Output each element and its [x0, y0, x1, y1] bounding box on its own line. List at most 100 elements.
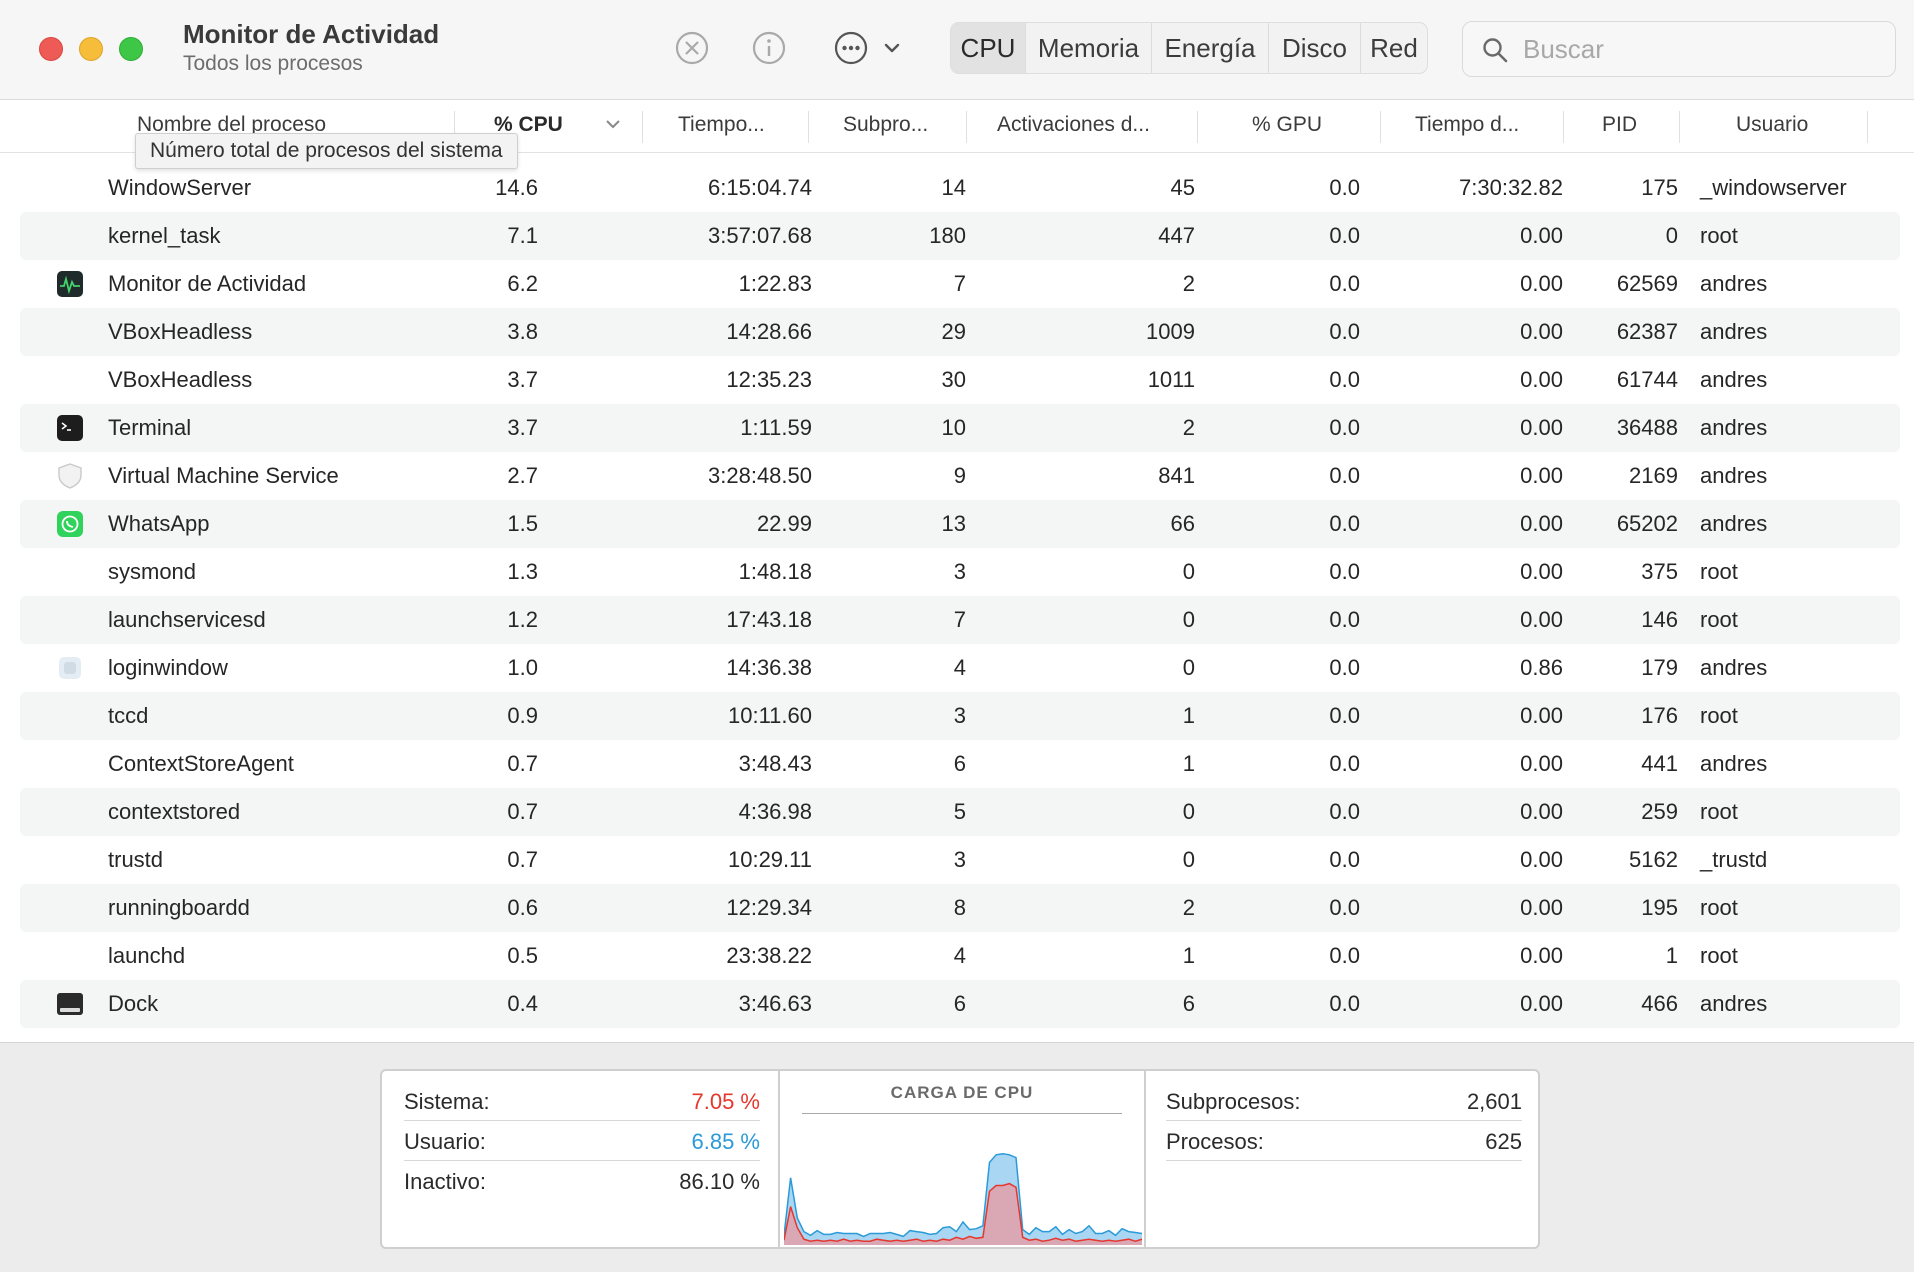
column-divider[interactable] [808, 111, 809, 143]
table-row[interactable]: VBoxHeadless 3.7 12:35.23 30 1011 0.0 0.00 6174… [20, 356, 1900, 404]
idle-wakeups: 2 [1182, 415, 1195, 440]
table-row[interactable]: VBoxHeadless 3.8 14:28.66 29 1009 0.0 0.00 6238… [20, 308, 1900, 356]
column-tiempo-gpu[interactable]: Tiempo d... [1415, 113, 1519, 141]
search-field[interactable] [1462, 21, 1896, 77]
table-row[interactable]: WindowServer 14.6 6:15:04.74 14 45 0.0 7:30:32… [20, 164, 1900, 212]
user: andres [1700, 271, 1768, 296]
pid: 441 [1641, 751, 1678, 776]
column-gpu[interactable]: % GPU [1252, 113, 1322, 141]
idle-wakeups: 45 [1170, 175, 1195, 200]
idle-wakeups: 1 [1182, 943, 1195, 968]
table-row[interactable]: WhatsApp 1.5 22.99 13 66 0.0 0.00 65202 andres [20, 500, 1900, 548]
column-activaciones[interactable]: Activaciones d... [997, 113, 1150, 141]
info-icon[interactable] [751, 30, 787, 66]
gpu-percent: 0.0 [1329, 511, 1360, 536]
user: andres [1700, 751, 1768, 776]
zoom-window-button[interactable] [119, 37, 143, 61]
stat-value: 2,601 [1466, 1089, 1522, 1114]
window-subtitle[interactable]: Todos los procesos [183, 52, 363, 76]
pid: 175 [1641, 175, 1678, 200]
table-row[interactable]: runningboardd 0.6 12:29.34 8 2 0.0 0.00 195 root [20, 884, 1900, 932]
search-input[interactable] [1523, 32, 1883, 66]
threads: 30 [941, 367, 966, 392]
gpu-percent: 0.0 [1329, 991, 1360, 1016]
pid: 62569 [1616, 271, 1678, 296]
stat-label: Usuario: [404, 1129, 486, 1154]
sort-chevron-icon[interactable] [604, 115, 622, 143]
process-name: contextstored [108, 799, 241, 824]
cpu-time: 3:48.43 [738, 751, 812, 776]
shield-icon [56, 462, 84, 490]
table-row[interactable]: Terminal 3.7 1:11.59 10 2 0.0 0.00 36488 andres [20, 404, 1900, 452]
process-name: VBoxHeadless [108, 319, 253, 344]
table-row[interactable]: ContextStoreAgent 0.7 3:48.43 6 1 0.0 0.00 441 a… [20, 740, 1900, 788]
tab-memoria[interactable]: Memoria [1026, 23, 1152, 73]
table-row[interactable]: tccd 0.9 10:11.60 3 1 0.0 0.00 176 root [20, 692, 1900, 740]
close-window-button[interactable] [39, 37, 63, 61]
column-subprocesos[interactable]: Subpro... [843, 113, 928, 141]
gpu-time: 0.00 [1520, 271, 1563, 296]
gpu-time: 0.00 [1520, 991, 1563, 1016]
table-row[interactable]: contextstored 0.7 4:36.98 5 0 0.0 0.00 259 root [20, 788, 1900, 836]
view-tabs: CPU Memoria Energía Disco Red [950, 22, 1428, 74]
pid: 179 [1641, 655, 1678, 680]
idle-wakeups: 1 [1182, 703, 1195, 728]
pid: 375 [1641, 559, 1678, 584]
gpu-time: 0.00 [1520, 415, 1563, 440]
threads: 7 [953, 271, 966, 296]
column-divider[interactable] [966, 111, 967, 143]
tab-cpu[interactable]: CPU [951, 23, 1026, 73]
table-row[interactable]: trustd 0.7 10:29.11 3 0 0.0 0.00 5162 _trustd [20, 836, 1900, 884]
column-divider[interactable] [1563, 111, 1564, 143]
gpu-time: 0.00 [1520, 463, 1563, 488]
stat-label: Inactivo: [404, 1169, 486, 1194]
tab-energia[interactable]: Energía [1152, 23, 1269, 73]
stat-value: 6.85 % [691, 1129, 761, 1154]
table-row[interactable]: launchd 0.5 23:38.22 4 1 0.0 0.00 1 root [20, 932, 1900, 980]
threads: 29 [941, 319, 966, 344]
column-divider[interactable] [1679, 111, 1680, 143]
column-divider[interactable] [642, 111, 643, 143]
gpu-time: 0.00 [1520, 511, 1563, 536]
idle-wakeups: 66 [1170, 511, 1195, 536]
cpu-percent: 6.2 [507, 271, 538, 296]
pid: 0 [1665, 223, 1678, 248]
more-options-icon[interactable] [833, 30, 869, 66]
tab-red[interactable]: Red [1361, 23, 1427, 73]
table-row[interactable]: sysmond 1.3 1:48.18 3 0 0.0 0.00 375 root [20, 548, 1900, 596]
user: _trustd [1700, 847, 1768, 872]
column-divider[interactable] [1380, 111, 1381, 143]
table-row[interactable]: Dock 0.4 3:46.63 6 6 0.0 0.00 466 andres [20, 980, 1900, 1028]
stat-sistema: Sistema: 7.05 % [404, 1081, 760, 1121]
stop-process-icon[interactable] [674, 30, 710, 66]
column-usuario[interactable]: Usuario [1736, 113, 1808, 141]
gpu-percent: 0.0 [1329, 607, 1360, 632]
process-table: WindowServer 14.6 6:15:04.74 14 45 0.0 7:30:32… [0, 164, 1914, 1040]
table-row[interactable]: kernel_task 7.1 3:57:07.68 180 447 0.0 0.00 0 ro… [20, 212, 1900, 260]
pid: 61744 [1616, 367, 1678, 392]
threads: 14 [941, 175, 966, 200]
column-divider[interactable] [1197, 111, 1198, 143]
user: andres [1700, 319, 1768, 344]
gpu-time: 7:30:32.82 [1459, 175, 1563, 200]
pid: 65202 [1616, 511, 1678, 536]
cpu-time: 3:57:07.68 [708, 223, 812, 248]
table-row[interactable]: loginwindow 1.0 14:36.38 4 0 0.0 0.86 179 andres [20, 644, 1900, 692]
column-divider[interactable] [1867, 111, 1868, 143]
process-name: launchservicesd [108, 607, 266, 632]
table-row[interactable]: launchservicesd 1.2 17:43.18 7 0 0.0 0.00 146 ro… [20, 596, 1900, 644]
process-name: Terminal [108, 415, 192, 440]
column-pid[interactable]: PID [1602, 113, 1637, 141]
idle-wakeups: 841 [1158, 463, 1195, 488]
table-row[interactable]: Monitor de Actividad 6.2 1:22.83 7 2 0.0 0.00 6… [20, 260, 1900, 308]
chevron-down-icon[interactable] [880, 30, 904, 66]
minimize-window-button[interactable] [79, 37, 103, 61]
idle-wakeups: 0 [1182, 799, 1195, 824]
gpu-percent: 0.0 [1329, 175, 1360, 200]
column-tiempo[interactable]: Tiempo... [678, 113, 765, 141]
gpu-time: 0.00 [1520, 319, 1563, 344]
tab-disco[interactable]: Disco [1269, 23, 1361, 73]
table-row[interactable]: Virtual Machine Service 2.7 3:28:48.50 9 841… [20, 452, 1900, 500]
stat-label: Subprocesos: [1166, 1089, 1301, 1114]
gpu-percent: 0.0 [1329, 415, 1360, 440]
